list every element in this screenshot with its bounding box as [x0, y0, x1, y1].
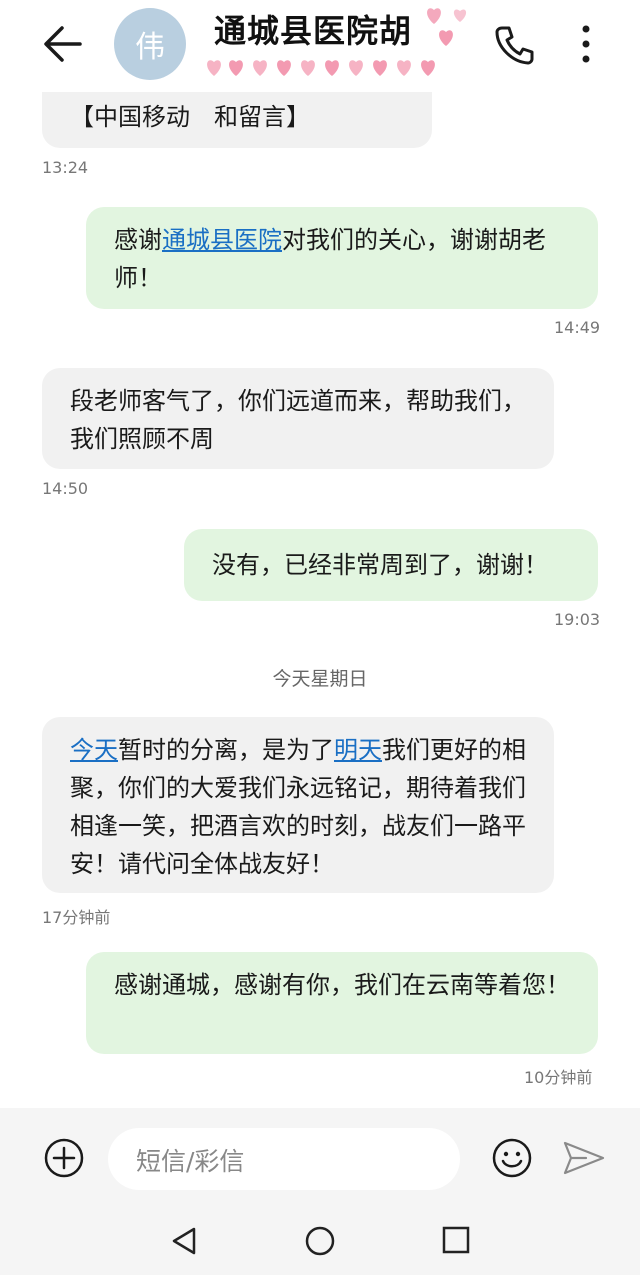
- message-text: 暂时的分离，是为了: [118, 736, 334, 764]
- message-time: 17分钟前: [42, 908, 111, 927]
- message-text: 段老师客气了，你们远道而来，帮助我们，我们照顾不周: [70, 387, 526, 453]
- more-vertical-icon[interactable]: [572, 22, 600, 66]
- message-link[interactable]: 通城县医院: [162, 226, 282, 254]
- message-time: 19:03: [554, 610, 601, 629]
- smiley-icon[interactable]: [492, 1138, 532, 1178]
- message-bubble-incoming[interactable]: 【中国移动 和留言】: [42, 92, 432, 148]
- message-text: 感谢: [114, 226, 162, 254]
- day-separator: 今天星期日: [272, 668, 368, 690]
- phone-icon[interactable]: [492, 22, 536, 66]
- message-input-placeholder: 短信/彩信: [136, 1147, 245, 1176]
- message-bubble-outgoing[interactable]: 没有，已经非常周到了，谢谢！: [184, 529, 598, 601]
- avatar[interactable]: 伟: [114, 8, 186, 80]
- message-bubble-outgoing[interactable]: 感谢通城，感谢有你，我们在云南等着您！: [86, 952, 598, 1054]
- message-time: 14:49: [554, 318, 601, 337]
- message-time: 10分钟前: [524, 1068, 593, 1087]
- message-time: 13:24: [42, 158, 89, 177]
- message-bubble-incoming[interactable]: 今天暂时的分离，是为了明天我们更好的相聚，你们的大爱我们永远铭记，期待着我们相逢…: [42, 717, 554, 893]
- nav-recents-icon[interactable]: [442, 1226, 470, 1254]
- message-link[interactable]: 明天: [334, 736, 382, 764]
- heart-decoration-icon: [427, 8, 467, 46]
- heart-decoration-icon: [207, 60, 435, 76]
- conversation-header: 伟 通城县医院胡: [0, 0, 640, 92]
- nav-home-icon[interactable]: [304, 1225, 336, 1257]
- send-icon[interactable]: [562, 1140, 606, 1176]
- message-text: 感谢通城，感谢有你，我们在云南等着您！: [114, 971, 570, 999]
- nav-back-icon[interactable]: [170, 1226, 198, 1256]
- message-bubble-outgoing[interactable]: 感谢通城县医院对我们的关心，谢谢胡老师！: [86, 207, 598, 309]
- message-bubble-incoming[interactable]: 段老师客气了，你们远道而来，帮助我们，我们照顾不周: [42, 368, 554, 469]
- plus-circle-icon[interactable]: [44, 1138, 84, 1178]
- message-text: 没有，已经非常周到了，谢谢！: [212, 551, 548, 579]
- message-time: 14:50: [42, 479, 89, 498]
- message-text: 【中国移动 和留言】: [70, 103, 310, 131]
- message-input[interactable]: 短信/彩信: [108, 1128, 460, 1190]
- back-arrow-icon[interactable]: [40, 22, 88, 66]
- message-link[interactable]: 今天: [70, 736, 118, 764]
- contact-name: 通城县医院胡: [214, 12, 413, 50]
